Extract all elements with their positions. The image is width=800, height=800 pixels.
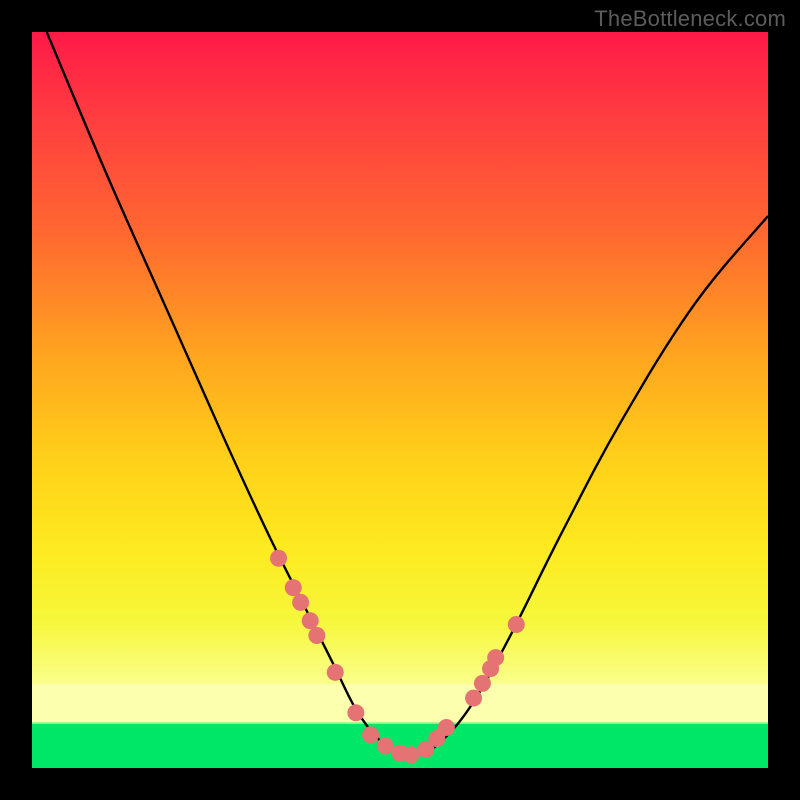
highlight-dot [292,594,309,611]
watermark-text: TheBottleneck.com [594,6,786,32]
chart-frame: TheBottleneck.com [0,0,800,800]
highlight-dot [403,746,420,763]
highlight-dot [347,704,364,721]
highlight-dot [270,550,287,567]
highlight-dot [377,737,394,754]
highlight-dots [270,550,525,764]
highlight-dot [474,675,491,692]
highlight-dot [327,664,344,681]
highlight-dot [362,726,379,743]
highlight-dot [465,690,482,707]
highlight-dot [438,719,455,736]
highlight-dot [285,579,302,596]
highlight-dot [302,612,319,629]
curve-layer [32,32,768,768]
highlight-dot [508,616,525,633]
highlight-dot [487,649,504,666]
plot-area [32,32,768,768]
bottleneck-curve [47,32,768,755]
highlight-dot [308,627,325,644]
